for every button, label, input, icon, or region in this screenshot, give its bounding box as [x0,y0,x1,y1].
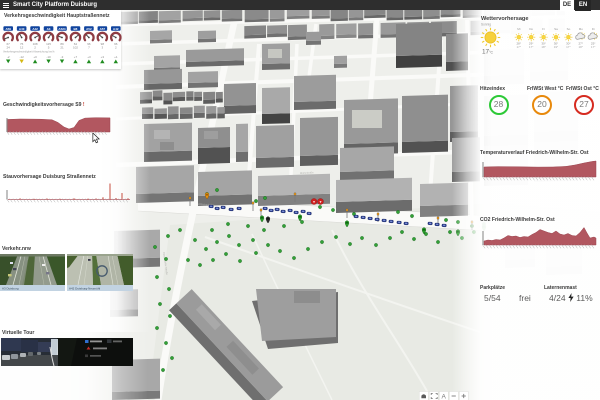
svg-text:2: 2 [115,45,117,49]
svg-text:+0: +0 [33,55,37,59]
svg-text:+3: +3 [101,55,105,59]
svg-text:A57: A57 [100,27,106,31]
svg-text:-10: -10 [46,55,51,59]
svg-text:A3 Duisburg: A3 Duisburg [2,286,19,290]
svg-text:Mo: Mo [579,27,583,31]
svg-text:21: 21 [60,45,64,49]
svg-text:102: 102 [73,45,78,49]
svg-text:7: 7 [88,45,90,49]
svg-text:Mi: Mi [517,27,520,31]
svg-text:17°: 17° [591,45,596,49]
svg-text:3: 3 [102,45,104,49]
svg-text:Wettervorhersage: Wettervorhersage [481,16,528,22]
svg-text:A42: A42 [113,27,119,31]
svg-text:+3: +3 [87,55,91,59]
svg-text:19°: 19° [554,45,559,49]
svg-text:A: A [442,393,447,400]
svg-text:5: 5 [48,45,50,49]
svg-text:A3: A3 [47,27,51,31]
svg-text:17°: 17° [517,45,522,49]
svg-text:B8: B8 [74,27,78,31]
svg-text:24: 24 [7,45,11,49]
svg-text:-2: -2 [7,55,10,59]
svg-text:Münzstraße: Münzstraße [300,170,314,175]
svg-text:A524: A524 [58,27,66,31]
svg-text:+1: +1 [114,55,118,59]
svg-text:-12: -12 [19,55,24,59]
svg-text:A42 Duisburg-Neumühl: A42 Duisburg-Neumühl [69,286,101,290]
svg-text:2: 2 [34,45,36,49]
svg-text:17°: 17° [566,45,571,49]
svg-text:Fr: Fr [542,27,545,31]
svg-text:A42: A42 [32,27,38,31]
svg-text:♥: ♥ [313,200,315,204]
svg-text:12: 12 [20,45,24,49]
svg-text:Verkehrsgeschwindigkeit Abweic: Verkehrsgeschwindigkeit Abweichung km/h [3,49,55,53]
svg-text:So: So [567,27,571,31]
svg-text:Do: Do [529,27,533,31]
svg-text:17°C: 17°C [482,49,493,56]
svg-text:18°: 18° [579,45,584,49]
svg-text:A40: A40 [19,27,25,31]
svg-text:+7: +7 [74,55,78,59]
svg-text:Sa: Sa [554,27,558,31]
svg-text:17°: 17° [529,45,534,49]
svg-text:A52: A52 [86,27,92,31]
svg-text:Sonnig: Sonnig [481,23,491,27]
svg-text:♥: ♥ [319,200,321,204]
svg-text:-3: -3 [61,55,64,59]
svg-text:A59: A59 [5,27,11,31]
svg-text:Di: Di [592,27,595,31]
svg-text:18°: 18° [541,45,546,49]
